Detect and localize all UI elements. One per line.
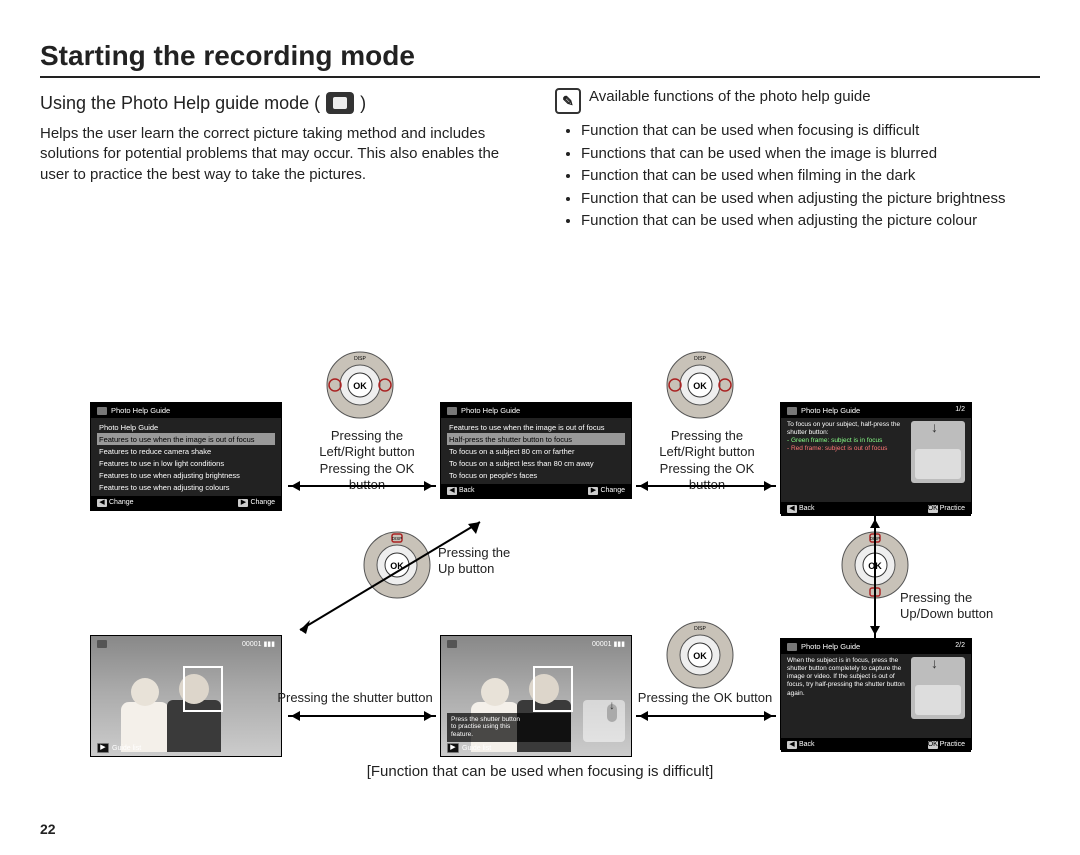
footer-label: Practice [940, 741, 965, 748]
lcd-screen-tip-1: Photo Help Guide 1/2 To focus on your sub… [780, 402, 972, 514]
page-indicator: 2/2 [955, 642, 965, 649]
page-number: 22 [40, 821, 56, 837]
focus-frame [533, 666, 573, 712]
camera-icon [97, 640, 107, 648]
focus-frame [183, 666, 223, 712]
left-key-icon: ◀ [447, 487, 457, 495]
screen-header: Photo Help Guide [111, 406, 170, 415]
bullet-item: Function that can be used when filming i… [581, 165, 1040, 188]
half-press-illustration [911, 421, 965, 483]
ok-key-icon: OK [928, 505, 938, 513]
lcd-screen-menu-1: Photo Help Guide Photo Help Guide Featur… [90, 402, 282, 511]
bullet-item: Function that can be used when adjusting… [581, 188, 1040, 211]
screen-header: Photo Help Guide [801, 406, 860, 415]
status-counter: 00001 ▮▮▮ [242, 640, 275, 648]
right-key-icon: ▶ [447, 743, 459, 753]
intro-text: Helps the user learn the correct picture… [40, 124, 525, 185]
menu-item: Half-press the shutter button to focus [447, 433, 625, 445]
footer-label: Change [250, 499, 275, 506]
lcd-screen-tip-2: Photo Help Guide 2/2 When the subject is … [780, 638, 972, 750]
caption-lr-ok-1: Pressing theLeft/Right buttonPressing th… [302, 428, 432, 493]
arrow-diagonal [280, 510, 510, 650]
arrow-horizontal [636, 715, 776, 717]
tip-line: - Red frame: subject is out of focus [787, 445, 905, 453]
hand-press-illustration [583, 700, 625, 742]
ok-key-icon: OK [928, 741, 938, 749]
photo-help-mode-icon [326, 92, 354, 114]
menu-item: To focus on people's faces [447, 469, 625, 481]
footer-label: Back [799, 505, 815, 512]
bullet-item: Functions that can be used when the imag… [581, 143, 1040, 166]
screen-header: Photo Help Guide [801, 642, 860, 651]
footer-label: Guide list [112, 745, 141, 752]
subheading-prefix: Using the Photo Help guide mode ( [40, 93, 320, 114]
tip-text: When the subject is in focus, press the … [787, 657, 905, 698]
menu-item: Features to reduce camera shake [97, 445, 275, 457]
lcd-screen-menu-2: Photo Help Guide Features to use when th… [440, 402, 632, 499]
subheading: Using the Photo Help guide mode ( ) [40, 92, 525, 114]
svg-text:OK: OK [693, 381, 707, 391]
left-key-icon: ◀ [787, 741, 797, 749]
menu-item: Features to use when adjusting colours [97, 481, 275, 493]
tip-line: To focus on your subject, half-press the… [787, 421, 905, 437]
menu-item: Features to use when adjusting brightnes… [97, 469, 275, 481]
right-key-icon: ▶ [588, 487, 598, 495]
camera-icon [447, 640, 457, 648]
menu-item: To focus on a subject 80 cm or farther [447, 445, 625, 457]
footer-label: Back [459, 487, 475, 494]
arrow-horizontal [288, 715, 436, 717]
right-key-icon: ▶ [97, 743, 109, 753]
subheading-suffix: ) [360, 93, 366, 114]
menu-item: Features to use in low light conditions [97, 457, 275, 469]
svg-text:DISP: DISP [694, 626, 706, 632]
footer-label: Back [799, 741, 815, 748]
status-counter: 00001 ▮▮▮ [592, 640, 625, 648]
bullet-item: Function that can be used when focusing … [581, 120, 1040, 143]
camera-icon [447, 407, 457, 415]
lcd-screen-photo-1: 00001 ▮▮▮ ▶Guide list [90, 635, 282, 757]
footer-label: Change [600, 487, 625, 494]
left-key-icon: ◀ [787, 505, 797, 513]
arrow-vertical [874, 516, 876, 638]
left-key-icon: ◀ [97, 499, 107, 507]
svg-text:OK: OK [353, 381, 367, 391]
ok-dial-icon: OK DISP [665, 620, 735, 690]
camera-icon [787, 407, 797, 415]
full-press-illustration [911, 657, 965, 719]
svg-text:DISP: DISP [354, 356, 366, 362]
screen-subtitle: Photo Help Guide [97, 421, 275, 433]
svg-text:DISP: DISP [694, 356, 706, 362]
ok-dial-icon: OK DISP [665, 350, 735, 420]
page-indicator: 1/2 [955, 406, 965, 413]
overlay-text: Press the shutter button to practise usi… [447, 713, 571, 742]
screen-header: Photo Help Guide [461, 406, 520, 415]
pencil-note-icon: ✎ [555, 88, 581, 114]
menu-item: To focus on a subject less than 80 cm aw… [447, 457, 625, 469]
bullet-item: Function that can be used when adjusting… [581, 210, 1040, 233]
note-heading: Available functions of the photo help gu… [589, 88, 871, 105]
flow-diagram: Photo Help Guide Photo Help Guide Featur… [40, 340, 1040, 800]
svg-text:OK: OK [693, 651, 707, 661]
caption-ok: Pressing the OK button [630, 690, 780, 706]
lcd-screen-photo-2: 00001 ▮▮▮ Press the shutter button to pr… [440, 635, 632, 757]
footer-label: Guide list [462, 745, 491, 752]
menu-item: Features to use when the image is out of… [97, 433, 275, 445]
bullet-list: Function that can be used when focusing … [565, 120, 1040, 233]
caption-shutter: Pressing the shutter button [270, 690, 440, 706]
diagram-caption: [Function that can be used when focusing… [40, 763, 1040, 780]
footer-label: Change [109, 499, 134, 506]
caption-updown: Pressing theUp/Down button [900, 590, 1020, 623]
tip-line: - Green frame: subject is in focus [787, 437, 905, 445]
arrow-horizontal [636, 485, 776, 487]
screen-subtitle: Features to use when the image is out of… [447, 421, 625, 433]
camera-icon [787, 643, 797, 651]
caption-lr-ok-2: Pressing theLeft/Right buttonPressing th… [642, 428, 772, 493]
page-title: Starting the recording mode [40, 40, 1040, 78]
ok-dial-icon: OK DISP [325, 350, 395, 420]
right-key-icon: ▶ [238, 499, 248, 507]
camera-icon [97, 407, 107, 415]
arrow-horizontal [288, 485, 436, 487]
footer-label: Practice [940, 505, 965, 512]
